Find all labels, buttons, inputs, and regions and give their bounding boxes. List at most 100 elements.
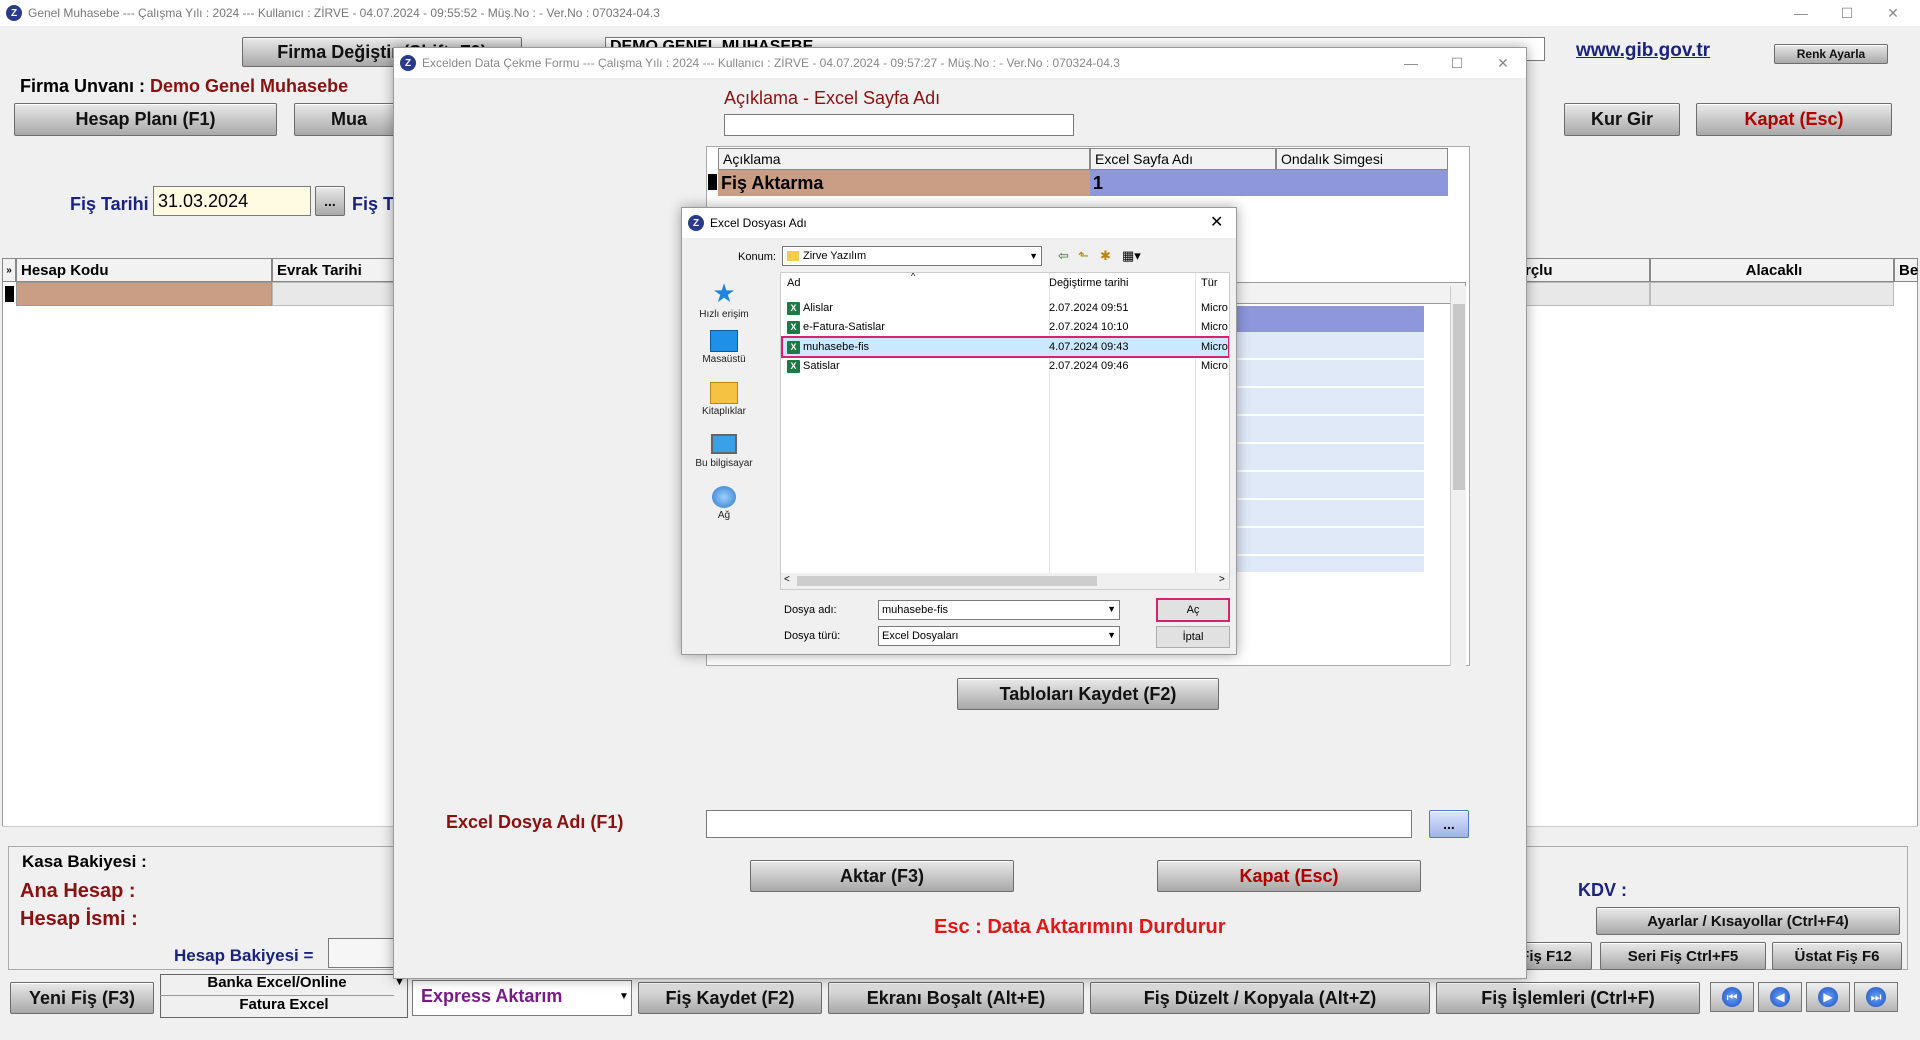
scroll-left-icon[interactable]: < xyxy=(784,574,790,585)
nav-hizli-erisim[interactable]: ★ Hızlı erişim xyxy=(694,278,754,320)
nav-ag[interactable]: Ağ xyxy=(694,486,754,521)
ac-button[interactable]: Aç xyxy=(1156,598,1230,622)
grid-cell-alacakli[interactable] xyxy=(1650,282,1894,306)
grid-header-be: Be xyxy=(1894,258,1918,282)
row-aciklama-value: Fiş Aktarma xyxy=(721,173,824,193)
maximize-icon[interactable]: ☐ xyxy=(1824,0,1870,26)
hesap-plani-button[interactable]: Hesap Planı (F1) xyxy=(14,103,277,136)
express-aktarim-dropdown[interactable]: Express Aktarım ▼ xyxy=(412,980,632,1016)
dosya-adi-input[interactable]: muhasebe-fis ▼ xyxy=(878,600,1120,620)
excel-dosya-adi-input[interactable] xyxy=(706,810,1412,838)
file-list-hscrollbar[interactable]: < > xyxy=(781,573,1229,589)
firma-unvani-value: Demo Genel Muhasebe xyxy=(150,76,349,96)
file-date: 2.07.2024 09:51 xyxy=(1049,302,1129,314)
aciklama-input[interactable] xyxy=(724,114,1074,136)
view-menu-icon[interactable]: ▦▾ xyxy=(1122,248,1141,264)
file-list: Ad ^ Değiştirme tarihi Tür X Alislar 2.0… xyxy=(780,272,1230,590)
dosya-turu-label: Dosya türü: xyxy=(784,630,841,642)
main-kapat-button[interactable]: Kapat (Esc) xyxy=(1696,103,1892,136)
lower-grid-rows[interactable] xyxy=(1228,332,1424,572)
lower-grid-vscrollbar[interactable] xyxy=(1450,286,1466,666)
excel-form-maximize-icon[interactable]: ☐ xyxy=(1434,50,1480,76)
ayarlar-button[interactable]: Ayarlar / Kısayollar (Ctrl+F4) xyxy=(1596,907,1900,935)
renk-ayarla-button[interactable]: Renk Ayarla xyxy=(1774,44,1888,64)
dosya-adi-chevron-icon[interactable]: ▼ xyxy=(1107,604,1116,614)
nav-masaustu[interactable]: Masaüstü xyxy=(694,330,754,365)
kasa-bakiyesi-label: Kasa Bakiyesi : xyxy=(22,852,147,871)
first-icon: ⏮ xyxy=(1722,987,1742,1007)
konum-value: Zirve Yazılım xyxy=(803,250,867,262)
excel-dosya-browse-button[interactable]: ... xyxy=(1429,810,1469,838)
ustat-fis-button[interactable]: Üstat Fiş F6 xyxy=(1772,942,1902,970)
fis-islemleri-button[interactable]: Fiş İşlemleri (Ctrl+F) xyxy=(1436,982,1700,1014)
file-name: Alislar xyxy=(803,302,833,314)
excel-form-close-icon[interactable]: ✕ xyxy=(1480,50,1526,76)
grid-cell-borclu[interactable] xyxy=(1520,282,1650,306)
grid-cell-hesap-kodu[interactable] xyxy=(16,282,272,306)
iptal-button[interactable]: İptal xyxy=(1156,626,1230,648)
gib-link[interactable]: www.gib.gov.tr xyxy=(1576,40,1710,62)
desktop-icon xyxy=(710,330,738,352)
last-record-button[interactable]: ⏭ xyxy=(1854,982,1898,1012)
nav-bu-bilgisayar[interactable]: Bu bilgisayar xyxy=(694,434,754,469)
nav-kitapliklar[interactable]: Kitaplıklar xyxy=(694,382,754,417)
fis-tarihi-picker-button[interactable]: ... xyxy=(315,186,345,216)
muavin-button[interactable]: Mua xyxy=(294,103,404,136)
new-folder-icon[interactable]: ✱ xyxy=(1100,248,1111,264)
kdv-label: KDV : xyxy=(1578,880,1627,900)
fis-duzelt-button[interactable]: Fiş Düzelt / Kopyala (Alt+Z) xyxy=(1090,982,1430,1014)
ekrani-bosalt-button[interactable]: Ekranı Boşalt (Alt+E) xyxy=(828,982,1084,1014)
excel-file-icon: X xyxy=(787,359,800,373)
hscroll-thumb[interactable] xyxy=(797,576,1097,586)
col-tur[interactable]: Tür xyxy=(1201,277,1218,289)
seri-fis-button[interactable]: Seri Fiş Ctrl+F5 xyxy=(1600,942,1766,970)
konum-dropdown[interactable]: Zirve Yazılım ▼ xyxy=(782,246,1042,266)
excel-form-kapat-button[interactable]: Kapat (Esc) xyxy=(1157,860,1421,892)
scroll-right-icon[interactable]: > xyxy=(1219,574,1225,585)
next-record-button[interactable]: ▶ xyxy=(1806,982,1850,1012)
excel-file-icon: X xyxy=(787,301,800,315)
lower-grid-row-1[interactable] xyxy=(1228,306,1424,332)
row-sayfa-cell[interactable]: 1 xyxy=(1090,170,1276,196)
col-degistirme[interactable]: Değiştirme tarihi xyxy=(1049,277,1128,289)
fis-tarihi-value: 31.03.2024 xyxy=(158,191,249,211)
yeni-fis-button[interactable]: Yeni Fiş (F3) xyxy=(10,982,154,1014)
file-row-alislar[interactable]: X Alislar 2.07.2024 09:51 Micro xyxy=(781,299,1229,317)
grid-cell-evrak-tarihi[interactable] xyxy=(272,282,402,306)
banka-excel-option[interactable]: Banka Excel/Online xyxy=(160,974,394,996)
close-icon[interactable]: ✕ xyxy=(1870,0,1916,26)
row-sayfa-value: 1 xyxy=(1093,173,1104,193)
dosya-turu-dropdown[interactable]: Excel Dosyaları ▼ xyxy=(878,626,1120,646)
file-row-muhasebe-fis[interactable]: X muhasebe-fis 4.07.2024 09:43 Micro xyxy=(781,336,1229,358)
file-row-e-fatura-satislar[interactable]: X e-Fatura-Satislar 2.07.2024 10:10 Micr… xyxy=(781,318,1229,336)
file-dialog-close-icon[interactable]: ✕ xyxy=(1210,212,1223,232)
prev-record-button[interactable]: ◀ xyxy=(1758,982,1802,1012)
star-icon: ★ xyxy=(712,278,736,308)
file-row-satislar[interactable]: X Satislar 2.07.2024 09:46 Micro xyxy=(781,357,1229,375)
firma-unvani-label: Firma Unvanı : xyxy=(20,76,151,96)
chevron-down-icon: ▼ xyxy=(619,991,629,1002)
minimize-icon[interactable]: — xyxy=(1778,0,1824,26)
row-ondalik-cell[interactable] xyxy=(1276,170,1448,196)
main-titlebar: Z Genel Muhasebe --- Çalışma Yılı : 2024… xyxy=(0,0,1920,26)
first-record-button[interactable]: ⏮ xyxy=(1710,982,1754,1012)
kur-gir-button[interactable]: Kur Gir xyxy=(1564,103,1680,136)
row-aciklama-cell[interactable]: Fiş Aktarma xyxy=(718,170,1090,196)
fis-tarihi-label: Fiş Tarihi xyxy=(70,194,149,214)
fis-tarihi-input[interactable]: 31.03.2024 xyxy=(153,186,311,216)
back-icon[interactable]: ⇦ xyxy=(1058,248,1069,264)
lower-grid-scroll-thumb[interactable] xyxy=(1453,304,1465,490)
row-indicator xyxy=(5,286,14,302)
lower-grid-header xyxy=(1228,282,1466,304)
tablolari-kaydet-button[interactable]: Tabloları Kaydet (F2) xyxy=(957,678,1219,710)
fatura-excel-option[interactable]: Fatura Excel xyxy=(160,996,408,1018)
excel-form-minimize-icon[interactable]: — xyxy=(1388,50,1434,76)
firma-unvani: Firma Unvanı : Demo Genel Muhasebe xyxy=(20,76,348,97)
up-folder-icon[interactable]: ⬑ xyxy=(1078,248,1089,264)
nav-ag-label: Ağ xyxy=(717,510,731,521)
fis-kaydet-button[interactable]: Fiş Kaydet (F2) xyxy=(638,982,822,1014)
aktar-button[interactable]: Aktar (F3) xyxy=(750,860,1014,892)
file-date: 2.07.2024 09:46 xyxy=(1049,360,1129,372)
aciklama-sayfa-header: Açıklama - Excel Sayfa Adı xyxy=(724,88,941,108)
col-ad[interactable]: Ad xyxy=(787,277,800,289)
